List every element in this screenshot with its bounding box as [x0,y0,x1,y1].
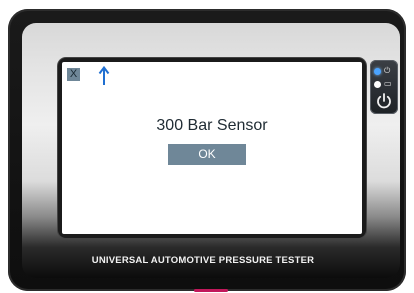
side-control-panel: ⏻ ▭ [370,60,398,114]
close-button[interactable]: X [67,68,80,81]
white-status-led-icon [374,81,381,88]
indicator-row-2: ▭ [374,79,394,90]
ok-button[interactable]: OK [168,144,246,165]
app-stage: X 300 Bar Sensor OK ⏻ ▭ UNIVERSAL AUTOMO… [0,0,414,293]
power-button-icon[interactable] [375,92,393,110]
power-status-icon: ⏻ [384,66,391,75]
blue-status-led-icon [374,68,381,75]
battery-status-icon: ▭ [384,79,392,88]
indicator-row-1: ⏻ [374,66,394,77]
sensor-title: 300 Bar Sensor [156,117,268,134]
device-screen: X 300 Bar Sensor OK [62,62,362,234]
up-arrow-icon[interactable] [98,65,110,87]
bottom-accent-bar [194,289,228,292]
device-brand-label: UNIVERSAL AUTOMOTIVE PRESSURE TESTER [91,255,315,266]
